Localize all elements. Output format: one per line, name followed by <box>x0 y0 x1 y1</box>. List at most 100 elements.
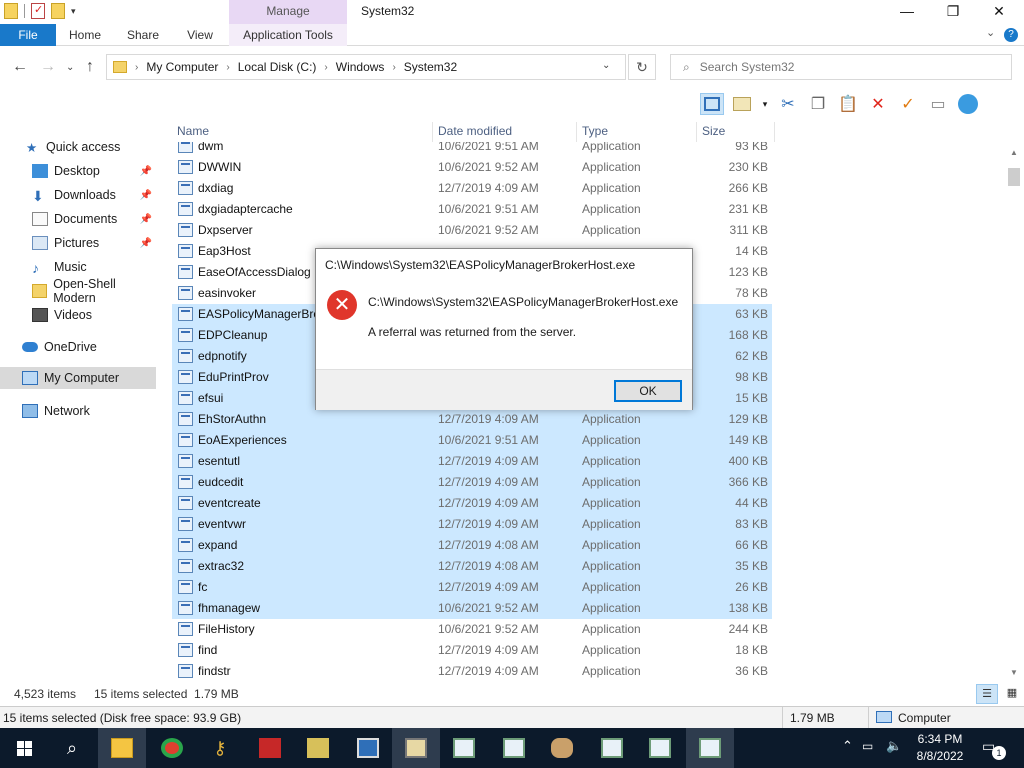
taskbar-app-window-2[interactable] <box>490 728 538 768</box>
breadcrumb-local-disk[interactable]: Local Disk (C:) <box>238 60 317 74</box>
expand-ribbon-icon[interactable]: ⌄ <box>986 26 995 39</box>
column-date[interactable]: Date modified <box>438 124 512 138</box>
table-row[interactable]: EoAExperiences 10/6/2021 9:51 AM Applicati… <box>172 430 772 451</box>
sidebar-item-network[interactable]: Network <box>0 400 156 422</box>
breadcrumb-my-computer[interactable]: My Computer <box>146 60 218 74</box>
taskbar-app-yellow[interactable] <box>294 728 342 768</box>
column-name[interactable]: Name <box>177 124 209 138</box>
table-row[interactable]: find 12/7/2019 4:09 AM Application 18 KB <box>172 640 772 661</box>
column-divider[interactable] <box>774 122 775 142</box>
table-row[interactable]: eventcreate 12/7/2019 4:09 AM Application 4… <box>172 493 772 514</box>
column-size[interactable]: Size <box>702 124 725 138</box>
properties-check-icon[interactable]: ✓ <box>896 93 920 115</box>
taskbar-app-window-5[interactable] <box>686 728 734 768</box>
sidebar-item-pictures[interactable]: Pictures 📌 <box>0 232 156 254</box>
chevron-up-icon[interactable]: ⌃ <box>842 738 853 754</box>
column-divider[interactable] <box>576 122 577 142</box>
manage-context-tab[interactable]: Manage <box>229 0 347 24</box>
sidebar-item-onedrive[interactable]: OneDrive <box>0 336 156 358</box>
up-arrow-icon[interactable]: ↑ <box>86 58 94 76</box>
table-row[interactable]: DWWIN 10/6/2021 9:52 AM Application 230 KB <box>172 157 772 178</box>
tab-share[interactable]: Share <box>122 24 164 46</box>
tab-view[interactable]: View <box>180 24 220 46</box>
rename-icon[interactable]: ▭ <box>926 93 950 115</box>
table-row[interactable]: eventvwr 12/7/2019 4:09 AM Application 83 K… <box>172 514 772 535</box>
scroll-up-icon[interactable]: ▲ <box>1010 148 1018 157</box>
taskbar-app-chart[interactable] <box>344 728 392 768</box>
ok-button[interactable]: OK <box>614 380 682 402</box>
globe-icon[interactable] <box>956 93 980 115</box>
delete-icon[interactable]: ✕ <box>866 93 890 115</box>
cut-icon[interactable]: ✂ <box>776 93 800 115</box>
action-center-button[interactable]: ▭ 1 <box>982 738 1006 760</box>
clock[interactable]: 6:34 PM 8/8/2022 <box>908 731 972 765</box>
table-row[interactable]: Dxpserver 10/6/2021 9:52 AM Application 311… <box>172 220 772 241</box>
taskbar-app-window-1[interactable] <box>440 728 488 768</box>
preview-pane-icon[interactable] <box>700 93 724 115</box>
sidebar-item-my-computer[interactable]: My Computer <box>0 367 156 389</box>
tab-file[interactable]: File <box>0 24 56 46</box>
start-button[interactable] <box>0 728 48 768</box>
table-row[interactable]: fc 12/7/2019 4:09 AM Application 26 KB <box>172 577 772 598</box>
pin-icon[interactable]: 📌 <box>140 190 152 201</box>
pin-icon[interactable]: 📌 <box>140 238 152 249</box>
table-row[interactable]: FileHistory 10/6/2021 9:52 AM Application 2… <box>172 619 772 640</box>
column-type[interactable]: Type <box>582 124 608 138</box>
refresh-button[interactable]: ↻ <box>628 54 656 80</box>
sidebar-item-downloads[interactable]: ⬇ Downloads 📌 <box>0 184 156 206</box>
table-row[interactable]: findstr 12/7/2019 4:09 AM Application 36 KB <box>172 661 772 682</box>
taskbar-app-red[interactable] <box>246 728 294 768</box>
table-row[interactable]: fhmanagew 10/6/2021 9:52 AM Application 138… <box>172 598 772 619</box>
vertical-scrollbar[interactable]: ▲ ▼ <box>1006 140 1022 680</box>
maximize-button[interactable]: ❐ <box>930 0 976 24</box>
search-input[interactable]: ⌕ Search System32 <box>670 54 1012 80</box>
taskbar-app-window-3[interactable] <box>588 728 636 768</box>
search-button[interactable]: ⌕ <box>48 728 96 768</box>
pin-icon[interactable]: 📌 <box>140 166 152 177</box>
sidebar-item-desktop[interactable]: Desktop 📌 <box>0 160 156 182</box>
network-status-icon[interactable]: ▭ <box>862 739 873 753</box>
folder-icon[interactable] <box>4 3 18 19</box>
table-row[interactable]: dxgiadaptercache 10/6/2021 9:51 AM Applica… <box>172 199 772 220</box>
back-arrow-icon[interactable]: ← <box>12 58 28 76</box>
sidebar-item-music[interactable]: ♪ Music <box>0 256 156 278</box>
volume-icon[interactable]: 🔈 <box>886 738 902 754</box>
breadcrumb-windows[interactable]: Windows <box>336 60 385 74</box>
tab-application-tools[interactable]: Application Tools <box>229 24 347 46</box>
sidebar-item-quick-access[interactable]: ★ Quick access <box>0 136 156 158</box>
large-icons-view-icon[interactable]: ▦ <box>1002 684 1022 704</box>
views-dropdown-icon[interactable]: ▾ <box>760 93 770 115</box>
close-button[interactable]: ✕ <box>976 0 1022 24</box>
table-row[interactable]: EhStorAuthn 12/7/2019 4:09 AM Application 1… <box>172 409 772 430</box>
sidebar-item-open-shell[interactable]: Open-Shell Modern <box>0 277 156 305</box>
taskbar-app-users[interactable] <box>538 728 586 768</box>
table-row[interactable]: dxdiag 12/7/2019 4:09 AM Application 266 KB <box>172 178 772 199</box>
recent-locations-icon[interactable]: ⌄ <box>66 62 74 73</box>
scroll-down-icon[interactable]: ▼ <box>1010 668 1018 677</box>
column-divider[interactable] <box>432 122 433 142</box>
properties-icon[interactable] <box>31 3 45 19</box>
column-divider[interactable] <box>696 122 697 142</box>
sidebar-item-videos[interactable]: Videos <box>0 304 156 326</box>
help-icon[interactable]: ? <box>1004 28 1018 42</box>
address-box[interactable]: › My Computer › Local Disk (C:) › Window… <box>106 54 626 80</box>
sidebar-item-documents[interactable]: Documents 📌 <box>0 208 156 230</box>
chevron-down-icon[interactable]: ⌄ <box>602 60 610 71</box>
table-row[interactable]: eudcedit 12/7/2019 4:09 AM Application 366 … <box>172 472 772 493</box>
pin-icon[interactable]: 📌 <box>140 214 152 225</box>
table-row[interactable]: extrac32 12/7/2019 4:08 AM Application 35 K… <box>172 556 772 577</box>
taskbar-keys-app[interactable]: ⚷ <box>196 728 244 768</box>
forward-arrow-icon[interactable]: → <box>40 58 56 76</box>
tab-home[interactable]: Home <box>64 24 106 46</box>
taskbar-file-explorer[interactable] <box>98 728 146 768</box>
scrollbar-thumb[interactable] <box>1008 168 1020 186</box>
taskbar-app-active[interactable] <box>392 728 440 768</box>
details-view-icon[interactable]: ☰ <box>976 684 998 704</box>
minimize-button[interactable]: — <box>884 0 930 24</box>
taskbar-chrome[interactable] <box>148 728 196 768</box>
copy-icon[interactable]: ❐ <box>806 93 830 115</box>
table-row[interactable]: esentutl 12/7/2019 4:09 AM Application 400 … <box>172 451 772 472</box>
new-folder-icon[interactable] <box>51 3 65 19</box>
views-icon[interactable] <box>730 93 754 115</box>
customize-dropdown-icon[interactable]: ▾ <box>71 6 76 17</box>
